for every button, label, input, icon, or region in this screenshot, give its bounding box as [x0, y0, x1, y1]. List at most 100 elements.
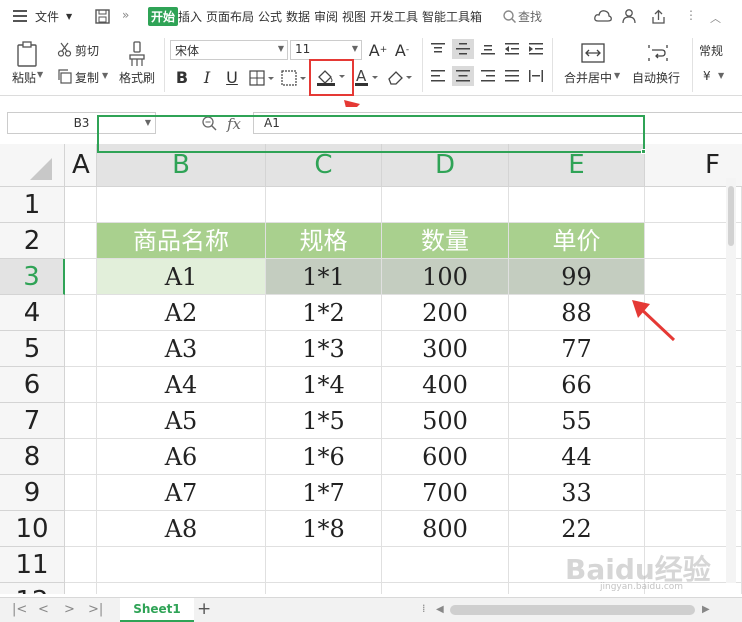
cell-e9[interactable]: 33: [509, 475, 645, 511]
hamburger-menu-icon[interactable]: [12, 9, 28, 23]
font-color-icon[interactable]: A: [354, 67, 380, 87]
cell-a12[interactable]: [65, 583, 97, 594]
tab-insert[interactable]: 插入: [178, 8, 202, 25]
more-options-icon[interactable]: ⋮: [685, 8, 697, 22]
cell-b9[interactable]: A7: [97, 475, 266, 511]
align-top-icon[interactable]: [430, 42, 446, 56]
save-icon[interactable]: [94, 8, 110, 24]
scroll-right-icon[interactable]: ▶: [702, 604, 710, 615]
format-painter-button[interactable]: 格式刷: [119, 69, 155, 86]
cell-b8[interactable]: A6: [97, 439, 266, 475]
cell-e1[interactable]: [509, 187, 645, 223]
paste-button[interactable]: 粘贴: [12, 69, 36, 86]
fill-pattern-icon[interactable]: [280, 69, 308, 87]
column-header-a[interactable]: A: [65, 144, 97, 187]
cell-b12[interactable]: [97, 583, 266, 594]
cell-c2[interactable]: 规格: [266, 223, 382, 259]
menu-file[interactable]: 文件: [35, 8, 59, 25]
cell-b3[interactable]: A1: [97, 259, 266, 295]
tab-data[interactable]: 数据: [286, 8, 310, 25]
cell-e6[interactable]: 66: [509, 367, 645, 403]
cell-a9[interactable]: [65, 475, 97, 511]
row-header-10[interactable]: 10: [0, 511, 65, 547]
cell-c5[interactable]: 1*3: [266, 331, 382, 367]
font-name-select[interactable]: 宋体 ▼: [170, 40, 288, 60]
cell-a11[interactable]: [65, 547, 97, 583]
copy-button[interactable]: 复制: [75, 69, 99, 86]
add-sheet-button[interactable]: +: [197, 599, 211, 619]
cell-b5[interactable]: A3: [97, 331, 266, 367]
tab-home[interactable]: 开始: [148, 7, 179, 26]
cell-d2[interactable]: 数量: [382, 223, 509, 259]
tab-view[interactable]: 视图: [342, 8, 366, 25]
tab-review[interactable]: 审阅: [314, 8, 338, 25]
cell-a5[interactable]: [65, 331, 97, 367]
align-center-icon[interactable]: [452, 66, 474, 86]
copy-icon[interactable]: [56, 68, 72, 84]
cell-c11[interactable]: [266, 547, 382, 583]
decrease-font-size-icon[interactable]: A-: [392, 40, 412, 60]
chevron-down-icon[interactable]: ▼: [66, 12, 72, 21]
row-header-11[interactable]: 11: [0, 547, 65, 583]
first-sheet-icon[interactable]: |<: [12, 602, 27, 617]
cell-a2[interactable]: [65, 223, 97, 259]
insert-function-button[interactable]: fx: [227, 115, 241, 133]
horizontal-scroll-thumb[interactable]: [450, 605, 695, 615]
sheet-tab-sheet1[interactable]: Sheet1: [120, 598, 194, 622]
row-header-7[interactable]: 7: [0, 403, 65, 439]
cell-e2[interactable]: 单价: [509, 223, 645, 259]
zoom-icon[interactable]: [201, 115, 217, 131]
cloud-sync-icon[interactable]: [594, 8, 612, 24]
formula-input[interactable]: A1: [253, 112, 742, 134]
cell-d4[interactable]: 200: [382, 295, 509, 331]
cell-d5[interactable]: 300: [382, 331, 509, 367]
decrease-indent-icon[interactable]: [504, 42, 520, 56]
cell-c12[interactable]: [266, 583, 382, 594]
tab-smart-toolbox[interactable]: 智能工具箱: [422, 8, 482, 25]
cell-d3[interactable]: 100: [382, 259, 509, 295]
prev-sheet-icon[interactable]: <: [38, 602, 49, 617]
clear-format-icon[interactable]: [386, 67, 414, 87]
merge-center-button[interactable]: 合并居中: [564, 69, 612, 86]
increase-indent-icon[interactable]: [528, 42, 544, 56]
cell-e3[interactable]: 99: [509, 259, 645, 295]
cell-b4[interactable]: A2: [97, 295, 266, 331]
row-header-12[interactable]: 12: [0, 583, 65, 594]
cell-e5[interactable]: 77: [509, 331, 645, 367]
cell-a6[interactable]: [65, 367, 97, 403]
cell-c3[interactable]: 1*1: [266, 259, 382, 295]
cell-d12[interactable]: [382, 583, 509, 594]
select-all-corner[interactable]: [0, 144, 65, 187]
row-header-2[interactable]: 2: [0, 223, 65, 259]
vertical-scroll-thumb[interactable]: [728, 186, 734, 246]
cell-b7[interactable]: A5: [97, 403, 266, 439]
scroll-left-icon[interactable]: ◀: [436, 604, 444, 615]
cell-c10[interactable]: 1*8: [266, 511, 382, 547]
cell-d9[interactable]: 700: [382, 475, 509, 511]
collapse-ribbon-icon[interactable]: ︿: [710, 10, 721, 26]
currency-dropdown-icon[interactable]: ▼: [718, 71, 724, 80]
cell-d7[interactable]: 500: [382, 403, 509, 439]
search-label[interactable]: 查找: [518, 8, 542, 25]
row-header-6[interactable]: 6: [0, 367, 65, 403]
merge-center-icon[interactable]: [580, 40, 606, 66]
font-size-select[interactable]: 11 ▼: [290, 40, 362, 60]
cell-a4[interactable]: [65, 295, 97, 331]
copy-dropdown-icon[interactable]: ▼: [102, 71, 108, 80]
cell-c7[interactable]: 1*5: [266, 403, 382, 439]
paste-dropdown-icon[interactable]: ▼: [37, 70, 43, 79]
cell-d6[interactable]: 400: [382, 367, 509, 403]
bold-button[interactable]: B: [172, 67, 192, 87]
cell-e8[interactable]: 44: [509, 439, 645, 475]
cell-a1[interactable]: [65, 187, 97, 223]
cell-c6[interactable]: 1*4: [266, 367, 382, 403]
currency-format-button[interactable]: ¥: [703, 69, 711, 83]
align-bottom-icon[interactable]: [480, 42, 496, 56]
tab-splitter-icon[interactable]: ⁞: [422, 602, 426, 615]
upload-share-icon[interactable]: [650, 8, 666, 24]
cell-b10[interactable]: A8: [97, 511, 266, 547]
cell-a7[interactable]: [65, 403, 97, 439]
format-painter-icon[interactable]: [127, 40, 147, 68]
row-header-4[interactable]: 4: [0, 295, 65, 331]
cell-c1[interactable]: [266, 187, 382, 223]
